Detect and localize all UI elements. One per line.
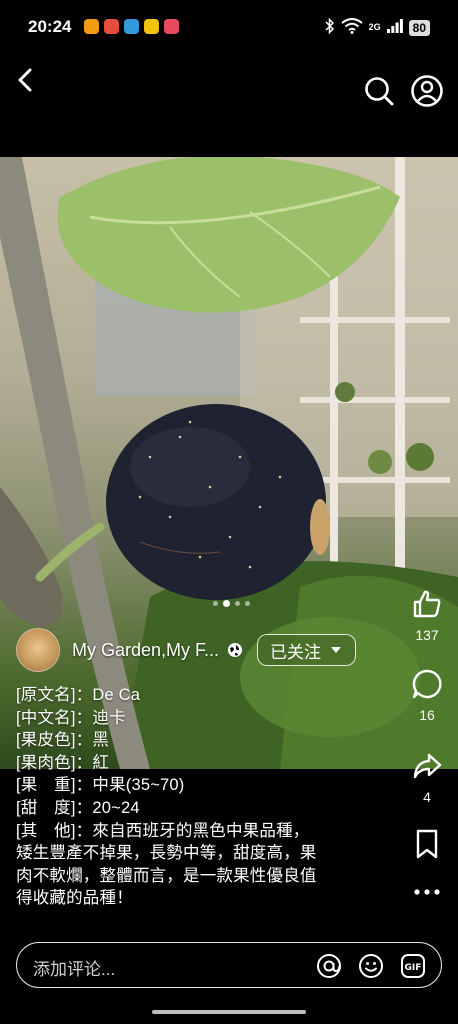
carousel-dot — [245, 601, 250, 606]
account-button[interactable] — [408, 72, 446, 110]
user-circle-icon — [411, 75, 443, 107]
signal-icon — [386, 19, 403, 36]
comment-bubble-icon — [412, 669, 442, 699]
author-row: My Garden,My F... 已关注 — [16, 628, 386, 672]
description-line: [其 他]：來自西班牙的黑色中果品種， — [16, 821, 310, 840]
more-options-button[interactable] — [404, 880, 450, 909]
post-photo[interactable] — [0, 157, 458, 769]
avatar[interactable] — [16, 628, 60, 672]
like-action[interactable]: 137 — [404, 588, 450, 643]
notification-app-icon — [144, 19, 159, 34]
wifi-icon — [341, 18, 363, 37]
carousel-dot — [213, 601, 218, 606]
description-line: 矮生豐產不掉果，長勢中等，甜度高，果 — [16, 844, 317, 863]
at-icon — [317, 954, 341, 978]
svg-text:GIF: GIF — [405, 963, 422, 973]
status-app-icons — [84, 19, 179, 34]
status-time: 20:24 — [28, 17, 72, 36]
mention-button[interactable] — [315, 952, 343, 980]
bluetooth-icon — [325, 17, 335, 37]
description-line: [果肉色]：紅 — [16, 753, 110, 772]
carousel-dot — [235, 601, 240, 606]
description-line: [甜 度]：20~24 — [16, 798, 140, 817]
top-bar — [0, 60, 458, 120]
description-line: 得收藏的品種！ — [16, 889, 133, 908]
status-indicators: 2G 80 — [325, 17, 430, 37]
like-count: 137 — [415, 627, 439, 643]
author-name[interactable]: My Garden,My F... — [72, 640, 219, 661]
comment-input[interactable]: 添加评论... — [33, 955, 115, 980]
status-bar: 20:24 2G 80 — [0, 0, 458, 52]
globe-icon — [227, 642, 243, 658]
caret-down-icon — [331, 647, 342, 653]
fig-photo-illustration — [0, 157, 458, 769]
thumbs-up-icon — [413, 590, 441, 618]
gif-button[interactable]: GIF — [399, 952, 427, 980]
description-line: 肉不軟爛，整體而言，是一款果性優良值 — [16, 866, 317, 885]
network-type: 2G — [368, 22, 381, 32]
search-button[interactable] — [360, 72, 398, 110]
bookmark-action[interactable] — [404, 828, 450, 865]
comment-action[interactable]: 16 — [404, 668, 450, 723]
description-line: [果 重]：中果(35~70) — [16, 776, 185, 795]
follow-button[interactable]: 已关注 — [257, 634, 357, 666]
chevron-left-icon — [18, 68, 32, 92]
description-line: [原文名]：De Ca — [16, 686, 141, 704]
carousel-indicator — [213, 600, 250, 607]
share-count: 4 — [423, 789, 431, 805]
smiley-icon — [359, 954, 383, 978]
search-icon — [365, 77, 394, 106]
back-button[interactable] — [8, 62, 44, 98]
home-indicator[interactable] — [152, 1010, 306, 1014]
more-dots-icon — [414, 889, 440, 895]
share-arrow-icon — [413, 753, 442, 779]
carousel-dot — [223, 600, 230, 607]
description-line: [果皮色]：黑 — [16, 731, 110, 750]
description-line: [中文名]：迪卡 — [16, 708, 126, 727]
follow-label: 已关注 — [270, 642, 322, 662]
comment-count: 16 — [419, 707, 435, 723]
post-description: [原文名]：De Ca [中文名]：迪卡 [果皮色]：黑 [果肉色]：紅 [果 重]：中… — [16, 684, 386, 910]
share-action[interactable]: 4 — [404, 750, 450, 805]
notification-app-icon — [124, 19, 139, 34]
bookmark-icon — [416, 829, 438, 859]
notification-app-icon — [164, 19, 179, 34]
notification-app-icon — [104, 19, 119, 34]
battery-level: 80 — [408, 19, 430, 36]
emoji-button[interactable] — [357, 952, 385, 980]
gif-icon: GIF — [401, 954, 425, 978]
comment-bar[interactable]: 添加评论... GIF — [16, 942, 442, 988]
notification-app-icon — [84, 19, 99, 34]
